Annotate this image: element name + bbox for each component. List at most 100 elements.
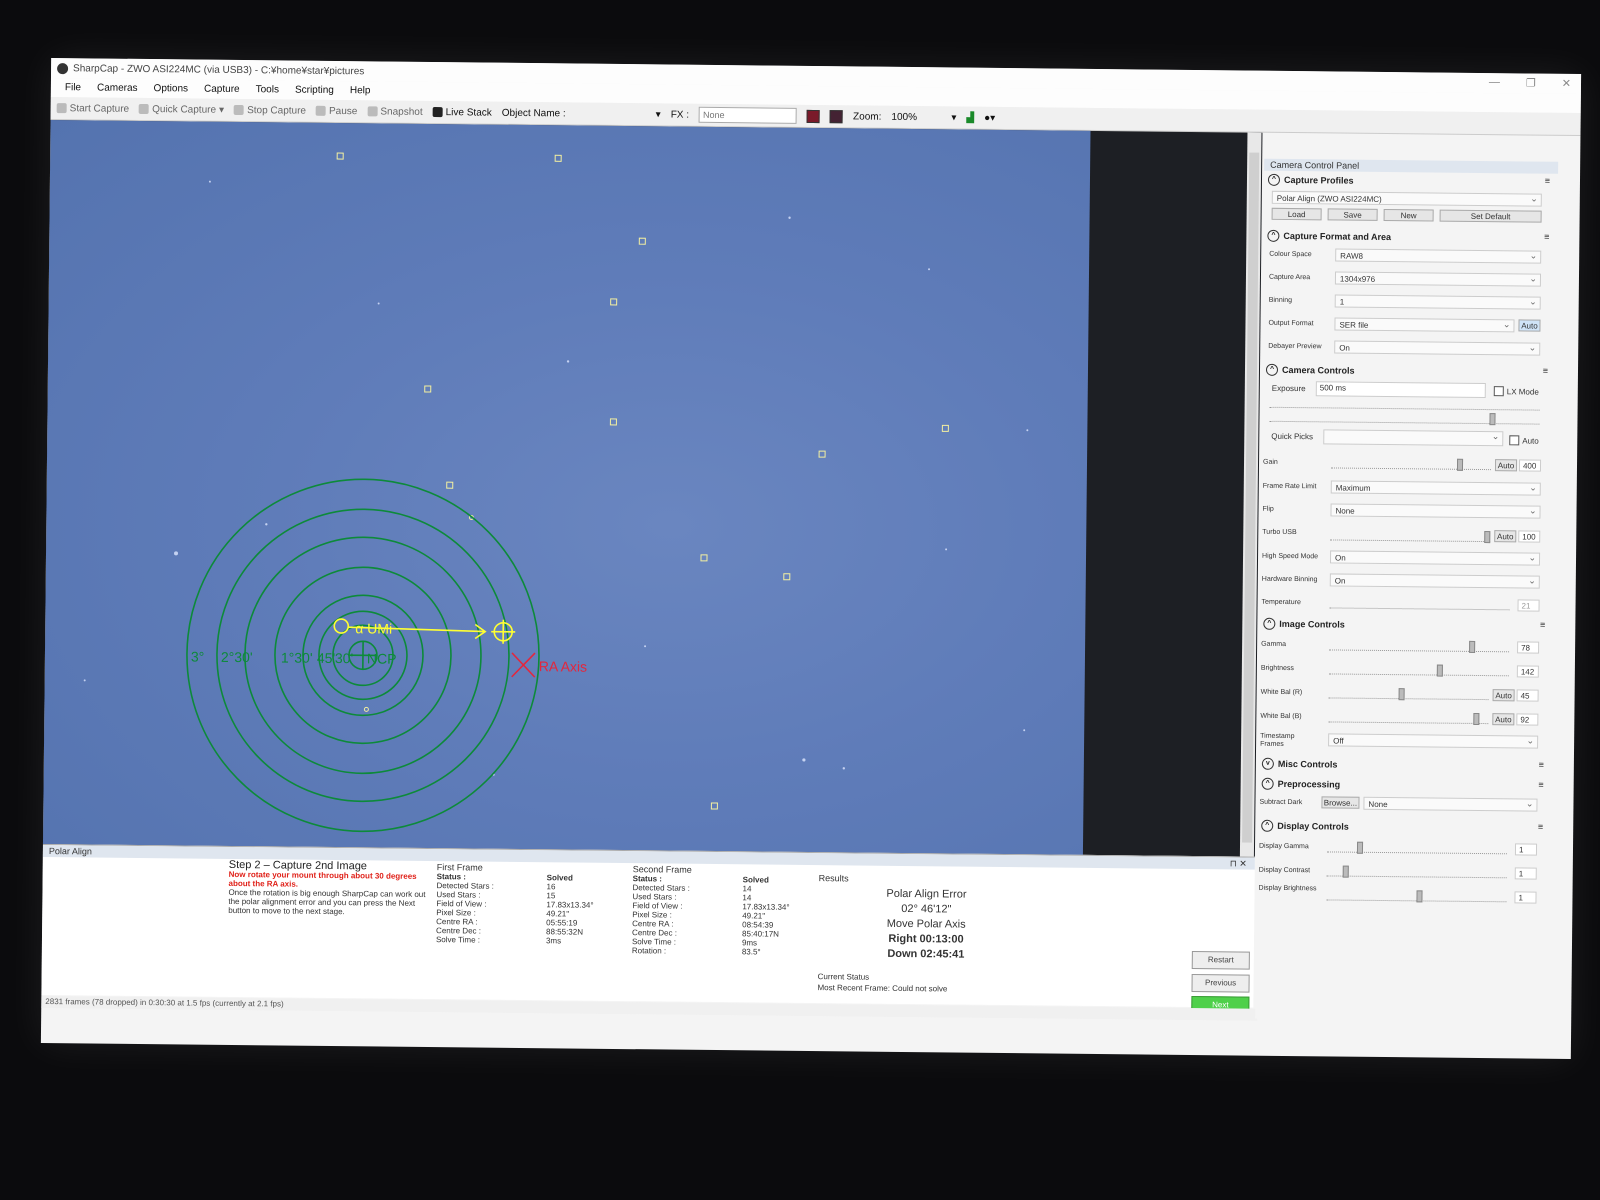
white-bal-r-auto-button[interactable]: Auto [1492, 689, 1515, 702]
turbo-usb-slider[interactable] [1330, 531, 1491, 544]
expand-icon[interactable]: v [1261, 757, 1274, 770]
capture-profiles-header[interactable]: ^ Capture Profiles ≡ [1267, 173, 1554, 190]
hardware-binning-select[interactable]: On [1329, 573, 1540, 589]
snapshot-button[interactable]: Snapshot [367, 106, 423, 117]
zoom-dropdown-icon[interactable]: ▾ [951, 112, 956, 123]
display-contrast-slider[interactable] [1326, 865, 1507, 879]
slider-knob[interactable] [1436, 664, 1443, 677]
colour-swatch-dark[interactable] [830, 109, 844, 123]
lx-mode-checkbox[interactable]: LX Mode [1493, 386, 1539, 397]
white-bal-b-slider[interactable] [1328, 712, 1489, 726]
new-profile-button[interactable]: New [1383, 208, 1434, 222]
white-bal-b-value[interactable]: 92 [1516, 713, 1539, 726]
menu-file[interactable]: File [65, 82, 81, 93]
gain-slider[interactable] [1330, 458, 1492, 471]
colour-space-select[interactable]: RAW8 [1335, 248, 1542, 264]
browse-dark-button[interactable]: Browse... [1321, 796, 1360, 809]
object-name-dropdown[interactable]: ▾ [656, 109, 661, 120]
save-profile-button[interactable]: Save [1327, 208, 1378, 221]
slider-knob[interactable] [1398, 688, 1405, 701]
brightness-value[interactable]: 142 [1516, 665, 1539, 678]
restart-button[interactable]: Restart [1191, 951, 1250, 970]
white-bal-r-value[interactable]: 45 [1516, 689, 1539, 702]
gain-auto-button[interactable]: Auto [1494, 459, 1518, 472]
camera-controls-header[interactable]: ^ Camera Controls ≡ [1265, 363, 1552, 380]
section-menu-icon[interactable]: ≡ [1538, 780, 1543, 790]
capture-area-select[interactable]: 1304x976 [1334, 271, 1542, 287]
quick-capture-button[interactable]: Quick Capture ▾ [139, 103, 224, 115]
display-gamma-slider[interactable] [1326, 841, 1508, 855]
menu-scripting[interactable]: Scripting [295, 85, 334, 96]
quick-picks-select[interactable] [1323, 429, 1504, 447]
colour-swatch-red[interactable] [807, 109, 821, 123]
display-brightness-slider[interactable] [1326, 890, 1507, 903]
flip-select[interactable]: None [1330, 503, 1541, 519]
capture-format-header[interactable]: ^ Capture Format and Area ≡ [1267, 229, 1553, 246]
white-bal-b-auto-button[interactable]: Auto [1492, 713, 1515, 726]
binning-select[interactable]: 1 [1334, 294, 1541, 310]
menu-cameras[interactable]: Cameras [97, 82, 138, 93]
exposure-input[interactable]: 500 ms [1315, 381, 1486, 399]
section-menu-icon[interactable]: ≡ [1538, 822, 1543, 832]
white-bal-r-slider[interactable] [1328, 688, 1489, 701]
menu-help[interactable]: Help [350, 85, 371, 96]
collapse-icon[interactable]: ^ [1261, 777, 1274, 790]
exposure-slider[interactable] [1269, 398, 1540, 411]
slider-knob[interactable] [1484, 531, 1491, 544]
start-capture-button[interactable]: Start Capture [56, 103, 130, 114]
turbo-usb-auto-button[interactable]: Auto [1494, 530, 1517, 543]
collapse-icon[interactable]: ^ [1267, 229, 1280, 242]
gamma-value[interactable]: 78 [1517, 641, 1540, 654]
slider-knob[interactable] [1356, 841, 1364, 854]
high-speed-mode-select[interactable]: On [1329, 550, 1541, 566]
image-controls-header[interactable]: ^ Image Controls ≡ [1263, 617, 1549, 634]
zoom-select[interactable]: 100% [891, 111, 941, 123]
maximize-button[interactable]: ❐ [1526, 76, 1536, 89]
collapse-icon[interactable]: ^ [1267, 173, 1281, 186]
slider-knob[interactable] [1489, 413, 1496, 426]
pause-button[interactable]: Pause [315, 105, 357, 117]
brightness-slider[interactable] [1328, 664, 1509, 677]
misc-controls-header[interactable]: v Misc Controls ≡ [1261, 757, 1548, 774]
close-button[interactable]: ✕ [1562, 77, 1571, 90]
capture-profile-select[interactable]: Polar Align (ZWO ASI224MC) [1271, 190, 1542, 207]
display-gamma-value[interactable]: 1 [1514, 843, 1538, 856]
section-menu-icon[interactable]: ≡ [1539, 760, 1544, 770]
display-controls-header[interactable]: ^ Display Controls ≡ [1261, 819, 1547, 836]
section-menu-icon[interactable]: ≡ [1545, 176, 1550, 186]
collapse-icon[interactable]: ^ [1263, 617, 1276, 630]
menu-tools[interactable]: Tools [256, 84, 279, 95]
histogram-icon[interactable]: ▟ [966, 112, 974, 123]
section-menu-icon[interactable]: ≡ [1543, 366, 1548, 376]
slider-knob[interactable] [1342, 865, 1349, 878]
timestamp-frames-select[interactable]: Off [1328, 733, 1539, 749]
image-viewer[interactable]: 3° 2°30' 1°30' 45' 30' NCP α UMi RA Axis [42, 120, 1263, 857]
quick-picks-auto-checkbox[interactable]: Auto [1509, 435, 1539, 446]
exposure-fine-slider[interactable] [1269, 412, 1540, 426]
subtract-dark-select[interactable]: None [1363, 796, 1538, 812]
slider-knob[interactable] [1469, 640, 1476, 653]
menu-options[interactable]: Options [154, 83, 189, 94]
display-brightness-value[interactable]: 1 [1514, 891, 1537, 904]
minimize-button[interactable]: — [1489, 76, 1500, 89]
section-menu-icon[interactable]: ≡ [1540, 620, 1545, 630]
gain-value[interactable]: 400 [1518, 459, 1542, 472]
previous-button[interactable]: Previous [1191, 974, 1250, 993]
output-format-auto-button[interactable]: Auto [1518, 319, 1541, 332]
panel-close-icon[interactable]: ⊓ ✕ [1230, 857, 1247, 869]
live-stack-button[interactable]: Live Stack [432, 107, 492, 118]
menu-capture[interactable]: Capture [204, 84, 240, 95]
fx-select[interactable]: None [698, 106, 798, 124]
slider-knob[interactable] [1456, 458, 1464, 471]
display-contrast-value[interactable]: 1 [1514, 867, 1537, 880]
gamma-slider[interactable] [1329, 640, 1510, 653]
debayer-preview-select[interactable]: On [1334, 340, 1541, 356]
slider-knob[interactable] [1416, 890, 1423, 903]
load-profile-button[interactable]: Load [1271, 207, 1322, 221]
preprocessing-header[interactable]: ^ Preprocessing ≡ [1261, 777, 1548, 794]
frame-rate-limit-select[interactable]: Maximum [1330, 480, 1541, 496]
slider-knob[interactable] [1473, 712, 1480, 726]
stop-capture-button[interactable]: Stop Capture [234, 104, 306, 116]
set-default-button[interactable]: Set Default [1439, 209, 1542, 223]
turbo-usb-value[interactable]: 100 [1518, 530, 1541, 543]
